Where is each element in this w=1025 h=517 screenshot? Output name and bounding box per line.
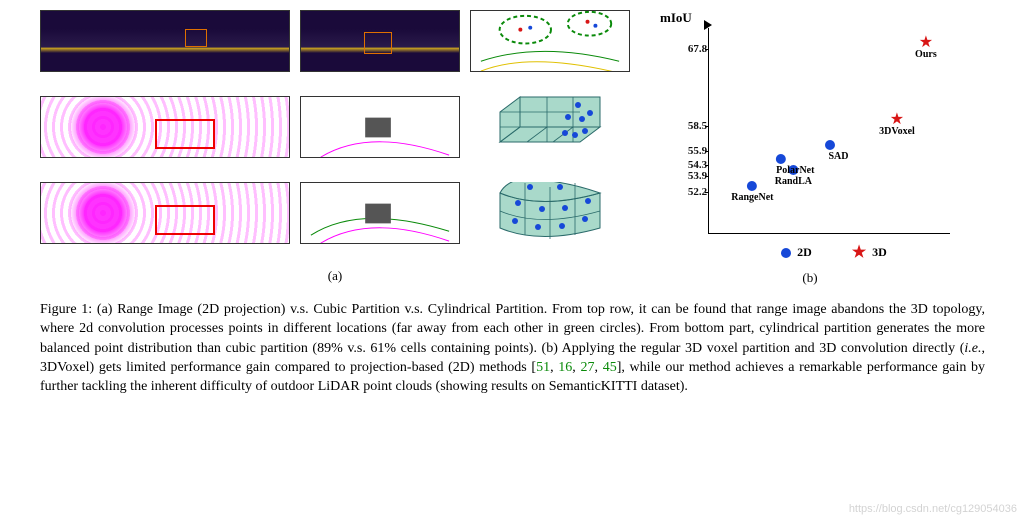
thumb-lidar-2: LiDAR Point Cloud	[40, 182, 290, 244]
thumb-cubic-partition: Cubic Partition	[300, 96, 460, 158]
thumb-2d-conv: 2D Convolution	[300, 10, 460, 72]
point-sad: SAD	[810, 140, 848, 162]
cubic-dist-svg	[470, 96, 630, 158]
pt-label-sad: SAD	[828, 151, 848, 162]
caption-body-pre: (a) Range Image (2D projection) v.s. Cub…	[40, 302, 985, 356]
pt-label-polarnet: PolarNet	[776, 165, 814, 176]
panel-a-grid: Range Image 2D Convolution Involv	[40, 10, 630, 262]
cyl-svg	[301, 182, 459, 244]
pt-label-randla: RandLA	[775, 176, 812, 187]
circle-marker-icon	[824, 140, 834, 150]
ref-27[interactable]: 27	[580, 360, 594, 375]
figure-caption: Figure 1: (a) Range Image (2D projection…	[40, 300, 985, 397]
panel-a: Range Image 2D Convolution Involv	[40, 10, 630, 284]
pt-label-3dvoxel: 3DVoxel	[879, 126, 915, 137]
caption-ie: i.e.	[964, 341, 981, 356]
pt-label-rangenet: RangeNet	[731, 192, 773, 203]
figure-1: Range Image 2D Convolution Involv	[0, 0, 1025, 407]
star-marker-icon: ★	[890, 115, 904, 125]
circle-marker-icon	[776, 154, 786, 164]
thumb-lidar-1: LiDAR Point Cloud	[40, 96, 290, 158]
cyl-dist-svg	[470, 182, 630, 244]
point-ours: ★ Ours	[915, 38, 937, 60]
watermark: https://blog.csdn.net/cg129054036	[849, 503, 1017, 515]
thumb-point-dist-cubic: Point Distribution	[470, 96, 630, 158]
star-marker-icon: ★	[919, 38, 933, 48]
chart-ylabel: mIoU	[660, 10, 692, 26]
chart-b: mIoU 67.8 58.5 55.9 54.3 53.9 52.2	[660, 14, 960, 264]
thumb-range-image: Range Image	[40, 10, 290, 72]
point-3dvoxel: ★ 3DVoxel	[879, 115, 915, 137]
legend-3d-label: 3D	[872, 245, 887, 260]
cubic-svg	[301, 96, 459, 158]
involved-points-svg	[471, 10, 629, 72]
thumb-cyl-partition: Cylindrical Partition	[300, 182, 460, 244]
legend-2d: 2D	[781, 245, 812, 260]
circle-marker-icon	[781, 248, 791, 258]
panels-row: Range Image 2D Convolution Involv	[40, 10, 985, 286]
point-polarnet: PolarNet	[748, 154, 814, 176]
panel-a-sublabel: (a)	[328, 268, 342, 284]
legend-3d: ★ 3D	[852, 245, 887, 260]
ref-16[interactable]: 16	[558, 360, 572, 375]
point-rangenet: RangeNet	[731, 181, 773, 203]
panel-b-sublabel: (b)	[802, 270, 817, 286]
circle-marker-icon	[747, 181, 757, 191]
ref-45[interactable]: 45	[603, 360, 617, 375]
caption-lead: Figure 1:	[40, 302, 92, 317]
ref-51[interactable]: 51	[536, 360, 550, 375]
chart-axes: 67.8 58.5 55.9 54.3 53.9 52.2 RangeN	[708, 28, 950, 234]
pt-label-ours: Ours	[915, 49, 937, 60]
panel-b: mIoU 67.8 58.5 55.9 54.3 53.9 52.2	[650, 10, 970, 286]
star-marker-icon: ★	[852, 248, 866, 258]
legend-2d-label: 2D	[797, 245, 812, 260]
thumb-involved-points: Involved Points	[470, 10, 630, 72]
thumb-point-dist-cyl: Point Distribution	[470, 182, 630, 244]
chart-legend: 2D ★ 3D	[718, 245, 950, 260]
